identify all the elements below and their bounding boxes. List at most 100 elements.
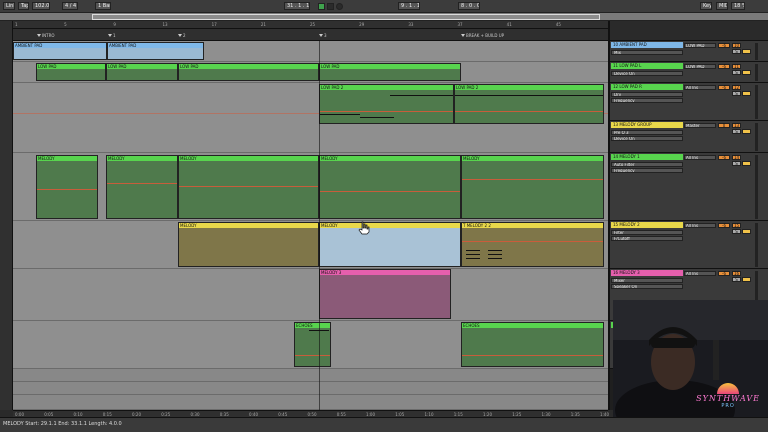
clip[interactable]: LOW PAD [319, 63, 461, 81]
input-routing-select[interactable]: All Ins [684, 155, 716, 160]
arm-button[interactable] [742, 70, 751, 75]
mixer-strip[interactable]: 11 LOW PAD L Device On LOW PAD -6 11 S [608, 62, 768, 83]
track-lane-echoes[interactable]: ECHOES ECHOES [13, 321, 608, 369]
input-routing-select[interactable]: All Ins [684, 223, 716, 228]
input-routing-select[interactable]: LOW PAD [684, 64, 716, 69]
clip[interactable]: MELODY 3 [319, 269, 451, 319]
track-activator-button[interactable]: 15 [732, 223, 741, 228]
signature-field[interactable]: 4 / 4 [62, 2, 78, 10]
arm-button[interactable] [742, 229, 751, 234]
arm-button[interactable] [742, 49, 751, 54]
locator[interactable]: 2 [178, 33, 186, 38]
automation-device-select[interactable]: Device On [611, 71, 683, 76]
automation-device-select[interactable]: Mix [611, 50, 683, 55]
arrangement-view[interactable]: AMBIENT PAD AMBIENT PAD LOW PAD LOW PAD … [13, 41, 608, 410]
track-activator-button[interactable]: 12 [732, 85, 741, 90]
track-lane-melody-3[interactable]: MELODY 3 [13, 269, 608, 321]
track-name[interactable]: 15 MELODY 2 [611, 222, 683, 228]
record-button[interactable] [336, 3, 343, 10]
vertical-divider[interactable] [608, 21, 610, 410]
clip[interactable]: MELODY [319, 222, 461, 267]
clip[interactable]: LOW PAD 2 [454, 84, 604, 124]
clip[interactable]: MELODY [178, 222, 319, 267]
solo-button[interactable]: S [732, 161, 741, 166]
locator[interactable]: BREAK + BUILD UP [461, 33, 504, 38]
track-activator-button[interactable]: 11 [732, 64, 741, 69]
automation-parameter-select[interactable]: Speaker On [611, 284, 683, 289]
clip[interactable]: AMBIENT PAD [13, 42, 107, 60]
input-routing-select[interactable]: LOW PAD [684, 43, 716, 48]
track-lane-empty[interactable] [13, 395, 608, 410]
mixer-strip[interactable]: 10 AMBIENT PAD Mix LOW PAD -6 10 S [608, 41, 768, 62]
solo-button[interactable]: S [732, 277, 741, 282]
track-name[interactable]: 16 MELODY 3 [611, 270, 683, 276]
input-routing-select[interactable]: Master [684, 123, 716, 128]
track-lane-empty[interactable] [13, 382, 608, 395]
solo-button[interactable]: S [732, 49, 741, 54]
automation-device-select[interactable]: Filter [611, 230, 683, 235]
track-activator-button[interactable]: 14 [732, 155, 741, 160]
track-activator-button[interactable]: 13 [732, 123, 741, 128]
arm-button[interactable] [742, 129, 751, 134]
clip[interactable]: LOW PAD [178, 63, 319, 81]
locator[interactable]: INTRO [37, 33, 55, 38]
bar-ruler[interactable]: 1 5 9 13 17 21 25 29 33 37 41 45 [13, 21, 608, 29]
quantize-menu[interactable]: 1 Bar [95, 2, 111, 10]
link-button[interactable]: Link [3, 2, 15, 10]
tap-button[interactable]: Tap [18, 2, 29, 10]
clip[interactable]: AMBIENT PAD [107, 42, 204, 60]
track-lane-melody-2[interactable]: MELODY MELODY T MELODY 2 2 [13, 221, 608, 269]
clip[interactable]: MELODY [319, 155, 461, 219]
track-lane-ambient-pad[interactable]: AMBIENT PAD AMBIENT PAD [13, 41, 608, 62]
mixer-strip[interactable]: 15 MELODY 2 Filter F/Cutoff All Ins -6 15 S [608, 221, 768, 269]
volume-field[interactable]: -6 [718, 223, 730, 228]
clip[interactable]: LOW PAD [106, 63, 178, 81]
mixer-strip[interactable]: 13 MELODY GROUP Pre Q 3 Device On Master 0 13… [608, 121, 768, 153]
clip[interactable]: MELODY [461, 155, 604, 219]
mixer-strip[interactable]: 14 MELODY 1 Auto Filter Frequency All Ins -6… [608, 153, 768, 221]
volume-field[interactable]: -6 [718, 271, 730, 276]
clip[interactable]: LOW PAD 2 [319, 84, 454, 124]
midi-map-button[interactable]: MIDI [716, 2, 728, 10]
clip[interactable]: MELODY [178, 155, 319, 219]
volume-field[interactable]: -6 [718, 85, 730, 90]
track-activator-button[interactable]: 10 [732, 43, 741, 48]
arrangement-overview[interactable] [0, 13, 768, 21]
automation-parameter-select[interactable]: F/Cutoff [611, 236, 683, 241]
volume-field[interactable]: -6 [718, 64, 730, 69]
clip[interactable]: T MELODY 2 2 [461, 222, 604, 267]
solo-button[interactable]: S [732, 91, 741, 96]
track-name[interactable]: 13 MELODY GROUP [611, 122, 683, 128]
solo-button[interactable]: S [732, 129, 741, 134]
automation-device-select[interactable]: Drv [611, 92, 683, 97]
track-lane-low-pad[interactable]: LOW PAD LOW PAD LOW PAD LOW PAD [13, 62, 608, 83]
track-activator-button[interactable]: 16 [732, 271, 741, 276]
stop-button[interactable] [327, 3, 334, 10]
clip[interactable]: LOW PAD [36, 63, 106, 81]
automation-device-select[interactable]: Pre Q 3 [611, 130, 683, 135]
clip[interactable]: ECHOES [461, 322, 604, 367]
solo-button[interactable]: S [732, 70, 741, 75]
position-field[interactable]: 31 . 1 . 1 [284, 2, 310, 10]
solo-button[interactable]: S [732, 229, 741, 234]
automation-parameter-select[interactable]: Frequency [611, 168, 683, 173]
play-button[interactable] [318, 3, 325, 10]
locator[interactable]: 1 [108, 33, 116, 38]
tempo-field[interactable]: 102.00 [32, 2, 50, 10]
loop-length-field[interactable]: 8 . 0 . 0 [458, 2, 480, 10]
track-name[interactable]: 11 LOW PAD L [611, 63, 683, 69]
arm-button[interactable] [742, 161, 751, 166]
track-name[interactable]: 12 LOW PAD R [611, 84, 683, 90]
volume-field[interactable]: 0 [718, 123, 730, 128]
clip[interactable]: ECHOES [294, 322, 331, 367]
clip[interactable]: MELODY [36, 155, 98, 219]
arm-button[interactable] [742, 91, 751, 96]
input-routing-select[interactable]: All Ins [684, 271, 716, 276]
automation-device-select[interactable]: Mixer [611, 278, 683, 283]
arm-button[interactable] [742, 277, 751, 282]
automation-parameter-select[interactable]: Frequency [611, 98, 683, 103]
clip[interactable]: MELODY [106, 155, 178, 219]
volume-field[interactable]: -6 [718, 43, 730, 48]
automation-device-select[interactable]: Auto Filter [611, 162, 683, 167]
mixer-strip[interactable]: 12 LOW PAD R Drv Frequency All Ins -6 12 S [608, 83, 768, 121]
